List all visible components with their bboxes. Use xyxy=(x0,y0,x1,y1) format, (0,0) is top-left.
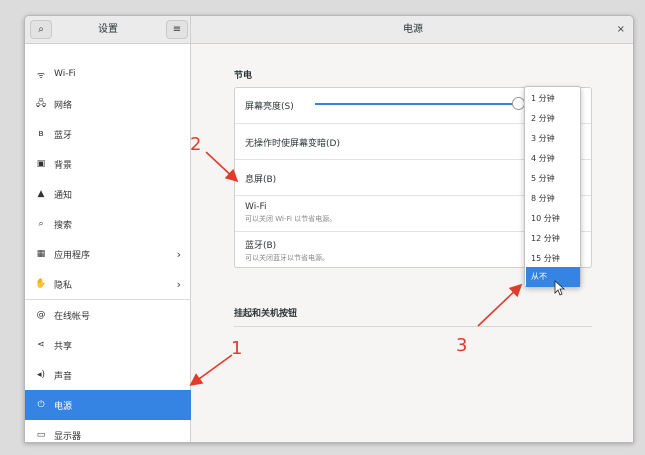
annotation-arrow-3 xyxy=(477,283,523,327)
mouse-cursor-icon xyxy=(554,280,566,296)
annotation-arrow-1 xyxy=(189,354,233,386)
annotation-number-2: 2 xyxy=(190,134,202,155)
annotation-arrow-2 xyxy=(205,151,239,183)
annotation-number-3: 3 xyxy=(456,335,468,356)
annotation-overlay xyxy=(189,151,566,386)
annotation-number-1: 1 xyxy=(231,338,243,359)
